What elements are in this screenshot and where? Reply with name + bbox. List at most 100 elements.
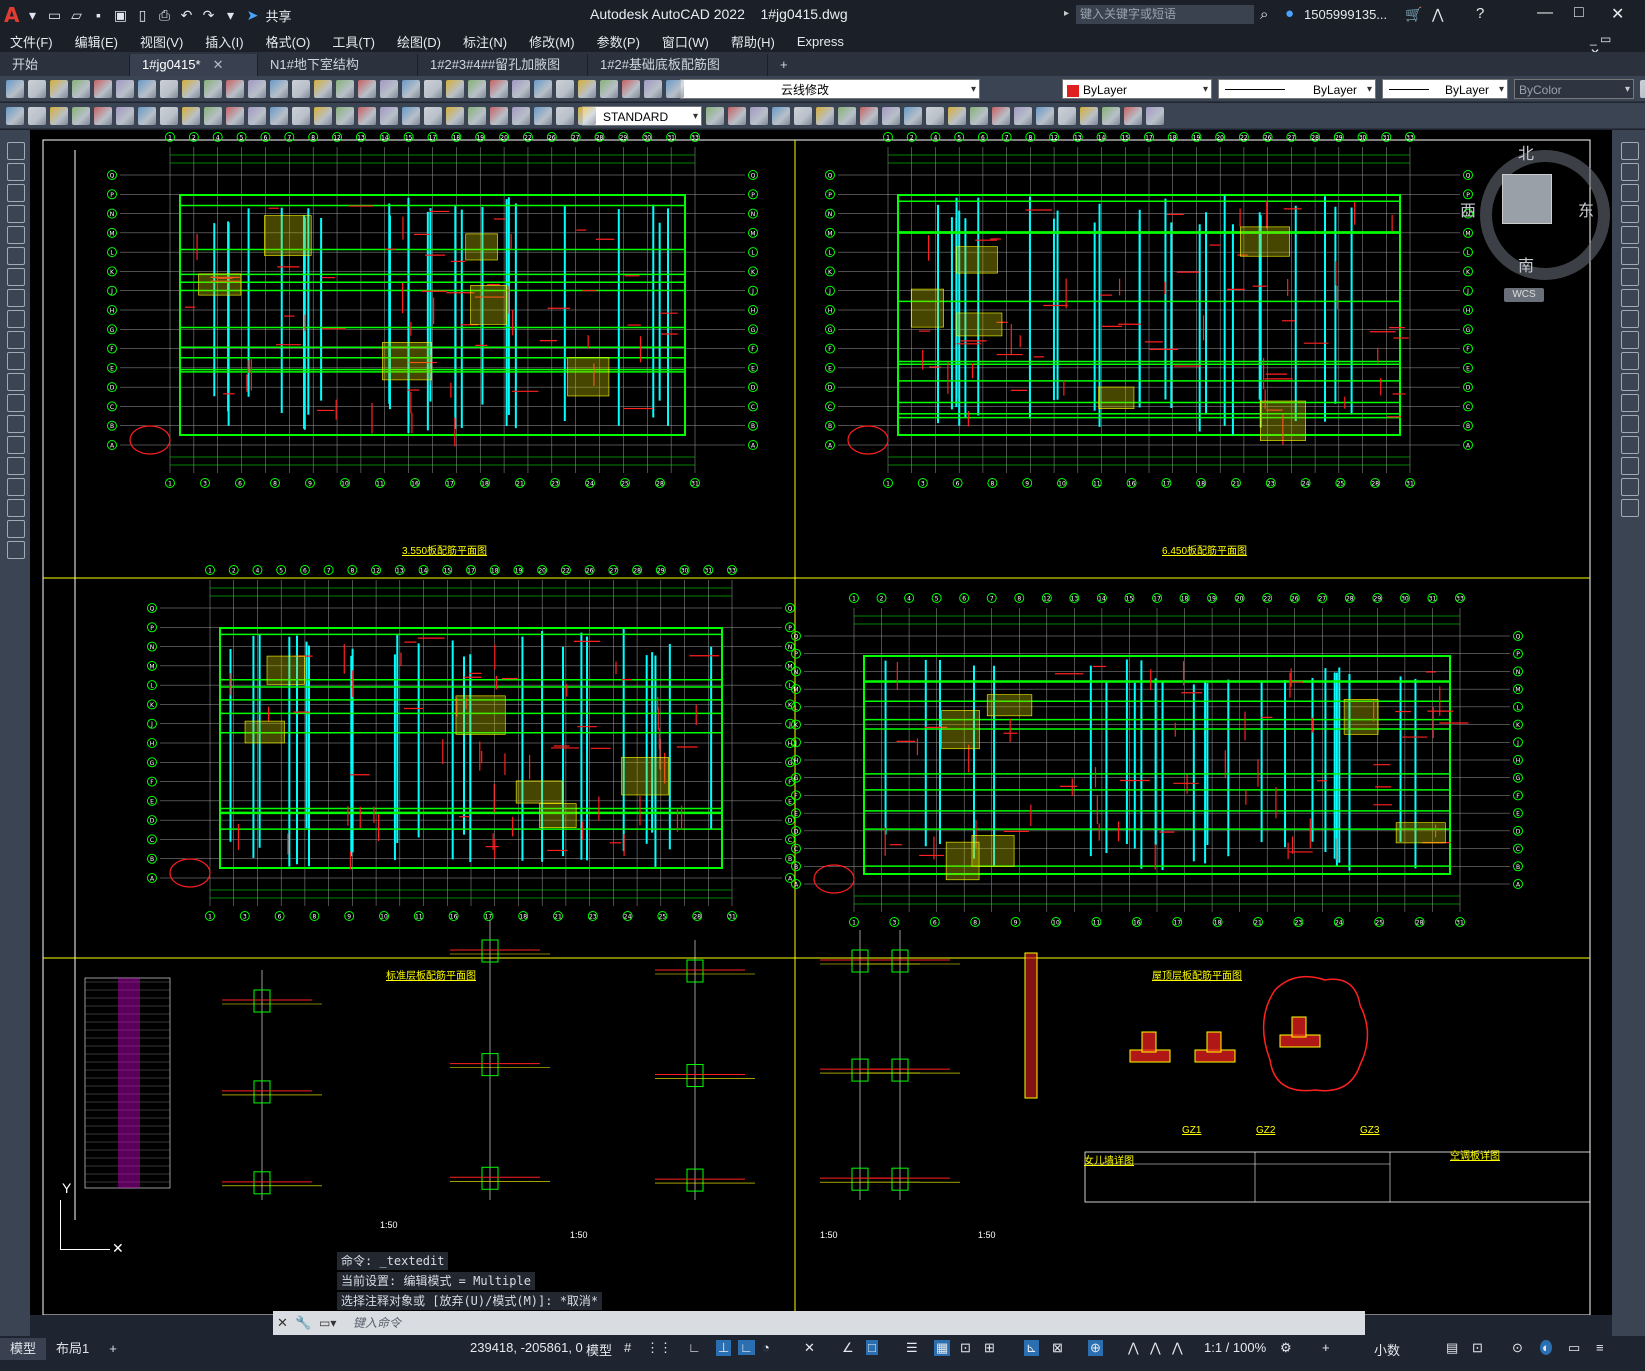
toolbar-tool-icon[interactable] [446,107,464,125]
toolbar-tool-icon[interactable] [992,107,1010,125]
share-icon[interactable]: ➤ [243,6,261,24]
draw-tool-icon[interactable] [1621,142,1639,160]
toolbar-tool-icon[interactable] [270,107,288,125]
toolbar-tool-icon[interactable] [6,107,24,125]
quick-properties-icon[interactable]: ☰ [906,1340,918,1356]
draw-tool-icon[interactable] [7,520,25,538]
undo-icon[interactable]: ↶ [177,6,195,24]
compass-east-label[interactable]: 东 [1578,197,1594,221]
compass-south-label[interactable]: 南 [1518,252,1534,276]
draw-tool-icon[interactable] [1621,205,1639,223]
lock-ui-icon[interactable]: ⊡ [1472,1340,1483,1356]
draw-tool-icon[interactable] [1621,478,1639,496]
user-name[interactable]: 1505999135... [1304,7,1387,22]
command-prompt-icon[interactable]: ▭▾ [319,1311,336,1335]
toolbar-tool-icon[interactable] [380,80,398,98]
toolbar-tool-icon[interactable] [28,80,46,98]
grid-icon[interactable]: # [624,1340,631,1355]
draw-tool-icon[interactable] [7,205,25,223]
tab-model[interactable]: 模型 [0,1338,47,1360]
draw-tool-icon[interactable] [7,541,25,559]
lineweight-icon[interactable]: ∠ [842,1340,854,1356]
toolbar-tool-icon[interactable] [1102,107,1120,125]
close-command-icon[interactable]: ✕ [277,1311,288,1335]
draw-tool-icon[interactable] [7,457,25,475]
toolbar-tool-icon[interactable] [512,107,530,125]
app-menu-chevron-icon[interactable]: ▾ [23,6,41,24]
draw-tool-icon[interactable] [7,310,25,328]
workspace-gear-icon[interactable]: ⚙ [1280,1340,1292,1356]
draw-tool-icon[interactable] [1621,184,1639,202]
toolbar-tool-icon[interactable] [1080,107,1098,125]
toolbar-tool-icon[interactable] [72,107,90,125]
toolbar-tool-icon[interactable] [204,80,222,98]
toolbar-tool-icon[interactable] [94,107,112,125]
toolbar-tool-icon[interactable] [94,80,112,98]
draw-tool-icon[interactable] [1621,499,1639,517]
toolbar-tool-icon[interactable] [292,80,310,98]
toolbar-tool-icon[interactable] [1124,107,1142,125]
dynamic-input-icon[interactable]: ∟ [738,1340,755,1355]
toolbar-tool-icon[interactable] [336,80,354,98]
toolbar-tool-icon[interactable] [490,107,508,125]
save-icon[interactable]: ▪ [89,6,107,24]
draw-tool-icon[interactable] [7,478,25,496]
new-tab-button[interactable]: + [768,54,800,76]
toolbar-tool-icon[interactable] [794,107,812,125]
draw-tool-icon[interactable] [1621,436,1639,454]
autodesk-account-icon[interactable]: ⋀ [1432,6,1443,23]
selection-cycling-icon[interactable]: ▦ [934,1340,951,1356]
customize-qa-icon[interactable]: ▾ [221,6,239,24]
draw-tool-icon[interactable] [7,226,25,244]
menu-view[interactable]: 视图(V) [140,32,183,51]
toolbar-tool-icon[interactable] [706,107,724,125]
annotation-monitor-icon[interactable]: ⊞ [984,1340,995,1356]
customize-icon[interactable]: 🔧 [295,1311,311,1335]
snap-icon[interactable]: ⋮⋮ [646,1340,672,1356]
3d-osnap-icon[interactable]: ⊡ [960,1340,971,1356]
toolbar-tool-icon[interactable] [860,107,878,125]
save-as-icon[interactable]: ▣ [111,6,129,24]
menu-dimension[interactable]: 标注(N) [463,32,507,51]
toolbar-tool-icon[interactable] [116,107,134,125]
toolbar-tool-icon[interactable] [226,107,244,125]
tab-close-icon[interactable]: ✕ [213,57,224,72]
toolbar-tool-icon[interactable] [50,80,68,98]
toolbar-tool-icon[interactable] [182,80,200,98]
toolbar-tool-icon[interactable] [204,107,222,125]
coordinates-readout[interactable]: 239418, -205861, 0 [470,1340,583,1355]
toolbar-tool-icon[interactable] [1640,80,1645,98]
menu-edit[interactable]: 编辑(E) [75,32,118,51]
toolbar-tool-icon[interactable] [380,107,398,125]
draw-tool-icon[interactable] [1621,457,1639,475]
add-icon[interactable]: + [1322,1340,1330,1355]
search-input[interactable]: 键入关键字或短语 [1076,5,1254,24]
customization-menu-icon[interactable]: ≡ [1596,1340,1604,1355]
draw-tool-icon[interactable] [1621,289,1639,307]
auto-annotation-icon[interactable]: ⋀ [1172,1340,1183,1356]
draw-tool-icon[interactable] [1621,268,1639,286]
toolbar-tool-icon[interactable] [270,80,288,98]
menu-format[interactable]: 格式(O) [266,32,311,51]
toolbar-tool-icon[interactable] [424,80,442,98]
toolbar-tool-icon[interactable] [578,80,596,98]
draw-tool-icon[interactable] [7,394,25,412]
draw-tool-icon[interactable] [1621,352,1639,370]
draw-tool-icon[interactable] [1621,373,1639,391]
plot-icon[interactable]: ⎙ [155,6,173,24]
tab-start[interactable]: 开始 [0,54,130,76]
toolbar-tool-icon[interactable] [248,107,266,125]
toolbar-tool-icon[interactable] [512,80,530,98]
open-file-icon[interactable]: ▱ [67,6,85,24]
model-space-button[interactable]: 模型 [586,1340,612,1359]
toolbar-tool-icon[interactable] [666,80,684,98]
toolbar-tool-icon[interactable] [248,80,266,98]
annotation-scale-icon[interactable]: ⋀ [1128,1340,1139,1356]
toolbar-tool-icon[interactable] [160,80,178,98]
toolbar-tool-icon[interactable] [772,107,790,125]
toolbar-tool-icon[interactable] [182,107,200,125]
drawing-canvas[interactable]: 1 2 4 5 6 7 8 12 13 14 15 17 18 19 20 22 26 27 28 29 30 31 33 1… [30,130,1612,1315]
draw-tool-icon[interactable] [7,499,25,517]
draw-tool-icon[interactable] [7,268,25,286]
tab-layout1[interactable]: 布局1 [46,1338,99,1360]
